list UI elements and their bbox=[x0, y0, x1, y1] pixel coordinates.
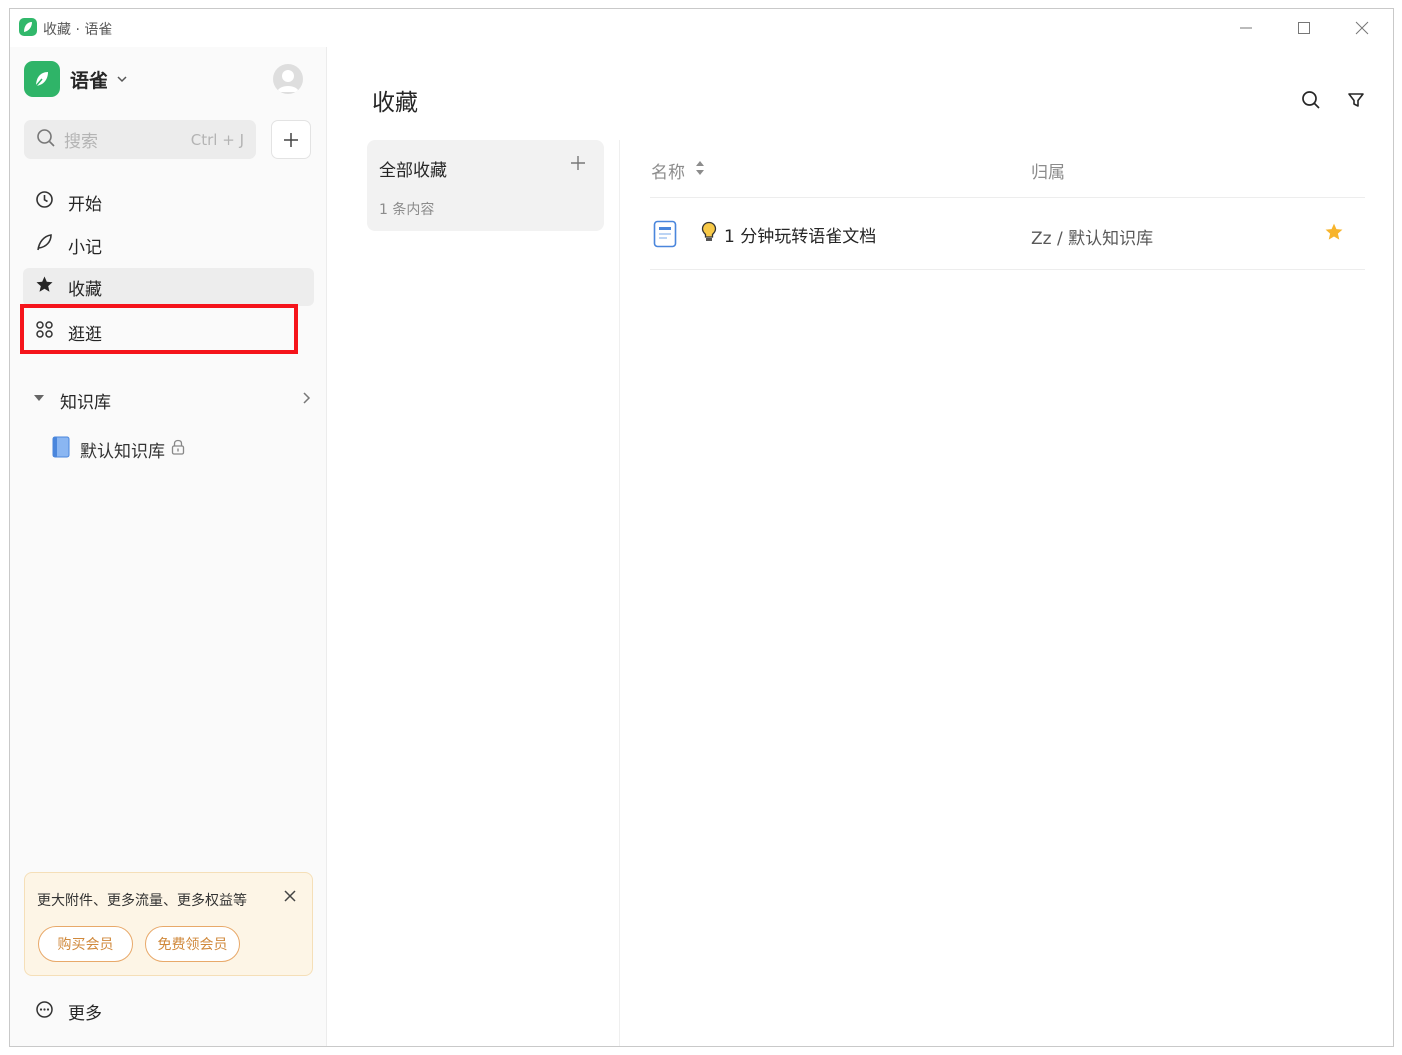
close-icon[interactable] bbox=[283, 888, 297, 907]
nav-item-favorites[interactable]: 收藏 bbox=[23, 268, 314, 306]
search-button[interactable] bbox=[1299, 88, 1323, 112]
document-belongs[interactable]: Zz / 默认知识库 bbox=[1031, 224, 1153, 249]
sort-icon bbox=[695, 160, 705, 181]
book-icon bbox=[52, 436, 70, 463]
nav-item-label: 收藏 bbox=[68, 279, 102, 300]
brand-switcher[interactable]: 语雀 bbox=[24, 61, 128, 97]
highlight-box bbox=[20, 304, 298, 354]
add-button[interactable] bbox=[271, 120, 311, 159]
search-icon bbox=[1302, 91, 1320, 109]
search-shortcut: Ctrl + J bbox=[190, 130, 244, 149]
caret-down-icon bbox=[32, 390, 46, 410]
knowledge-base-item-label: 默认知识库 bbox=[80, 442, 165, 462]
column-header-name[interactable]: 名称 bbox=[651, 158, 705, 183]
table-row[interactable]: 1 分钟玩转语雀文档 Zz / 默认知识库 bbox=[650, 198, 1365, 270]
search-placeholder: 搜索 bbox=[64, 132, 98, 152]
more-circle-icon bbox=[35, 1000, 54, 1024]
lock-icon bbox=[171, 439, 185, 460]
plus-icon[interactable] bbox=[570, 155, 586, 175]
column-header-label: 名称 bbox=[651, 163, 685, 183]
star-icon[interactable] bbox=[1324, 222, 1344, 246]
sidebar: 语雀 搜索 Ctrl + J 开始 小记 收藏 逛逛 知识库 默认知识库 更大附… bbox=[10, 47, 327, 1046]
free-membership-button[interactable]: 免费领会员 bbox=[145, 926, 240, 962]
column-header-belongs: 归属 bbox=[1031, 158, 1065, 183]
plus-icon bbox=[284, 132, 298, 147]
column-divider bbox=[619, 140, 620, 1046]
yuque-logo-icon bbox=[24, 61, 60, 97]
filter-button[interactable] bbox=[1344, 88, 1368, 112]
knowledge-base-header: 知识库 bbox=[60, 392, 111, 413]
knowledge-base-section[interactable]: 知识库 bbox=[32, 386, 312, 414]
yuque-logo-icon bbox=[19, 18, 37, 36]
nav-item-label: 小记 bbox=[68, 237, 102, 258]
more-button[interactable]: 更多 bbox=[35, 999, 102, 1024]
chevron-right-icon[interactable] bbox=[300, 390, 312, 410]
favorites-group-card[interactable]: 全部收藏 1 条内容 bbox=[367, 140, 604, 231]
maximize-button[interactable] bbox=[1275, 9, 1333, 47]
page-title: 收藏 bbox=[372, 90, 418, 116]
buy-membership-button[interactable]: 购买会员 bbox=[38, 926, 133, 962]
close-window-button[interactable] bbox=[1333, 9, 1391, 47]
column-header-label: 归属 bbox=[1031, 163, 1065, 183]
nav-item-start[interactable]: 开始 bbox=[23, 183, 314, 221]
avatar[interactable] bbox=[273, 64, 303, 94]
group-count: 1 条内容 bbox=[379, 202, 435, 218]
brand-name: 语雀 bbox=[70, 69, 109, 92]
minimize-button[interactable] bbox=[1217, 9, 1275, 47]
clock-icon bbox=[35, 190, 54, 214]
lightbulb-icon bbox=[701, 221, 717, 247]
chevron-down-icon bbox=[116, 70, 128, 89]
app-window: 收藏 · 语雀 语雀 搜索 Ctrl + J 开始 小记 收藏 逛逛 知识库 默… bbox=[9, 8, 1394, 1047]
document-title[interactable]: 1 分钟玩转语雀文档 bbox=[724, 222, 876, 247]
nav-item-notes[interactable]: 小记 bbox=[23, 226, 314, 264]
membership-promo: 更大附件、更多流量、更多权益等 购买会员 免费领会员 bbox=[24, 872, 313, 976]
group-name: 全部收藏 bbox=[379, 161, 447, 181]
search-icon bbox=[36, 128, 56, 152]
title-bar: 收藏 · 语雀 bbox=[10, 9, 1393, 47]
knowledge-base-item[interactable]: 默认知识库 bbox=[52, 436, 185, 463]
star-icon bbox=[35, 275, 54, 299]
promo-text: 更大附件、更多流量、更多权益等 bbox=[37, 893, 247, 909]
filter-icon bbox=[1348, 93, 1364, 107]
search-input[interactable]: 搜索 Ctrl + J bbox=[24, 120, 256, 159]
more-label: 更多 bbox=[68, 1004, 102, 1024]
nav-item-label: 开始 bbox=[68, 194, 102, 215]
window-title: 收藏 · 语雀 bbox=[43, 22, 113, 38]
document-icon bbox=[653, 220, 677, 252]
feather-icon bbox=[35, 233, 54, 257]
